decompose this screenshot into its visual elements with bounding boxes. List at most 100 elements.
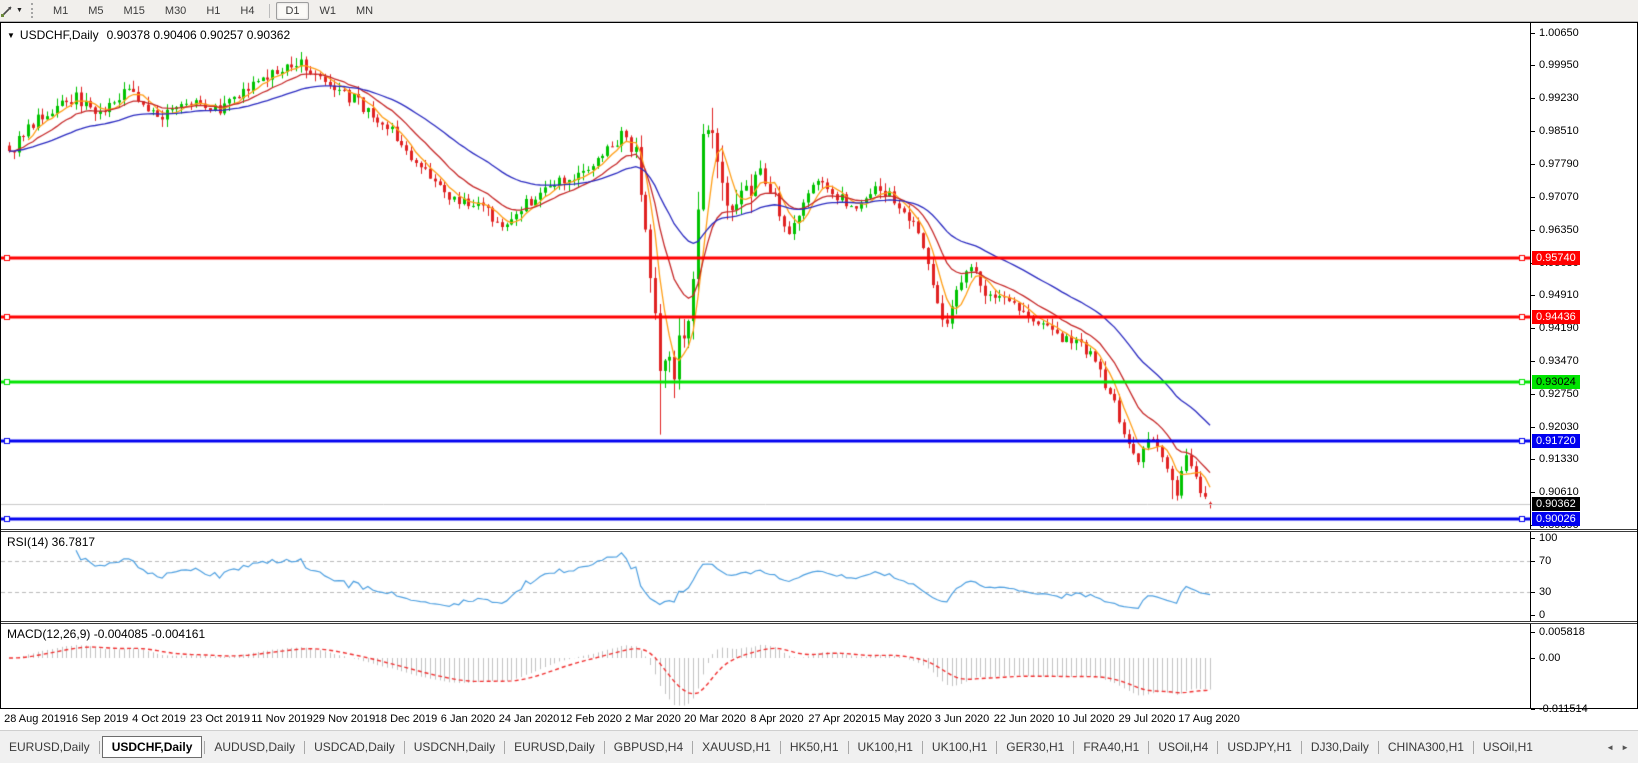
date-axis-label: 12 Feb 2020 [560,713,622,725]
chart-title: ▼USDCHF,Daily0.90378 0.90406 0.90257 0.9… [7,28,290,42]
price-chart-panel: ▼USDCHF,Daily0.90378 0.90406 0.90257 0.9… [1,23,1637,529]
price-axis-tickmark [1531,33,1535,34]
date-axis-label: 4 Oct 2019 [132,713,186,725]
rsi-axis-label: 30 [1539,586,1551,599]
rsi-axis-tickmark [1531,538,1535,539]
macd-axis-tickmark [1531,658,1535,659]
timeframe-button-m5[interactable]: M5 [79,2,112,20]
chart-tab-fra40-h1[interactable]: FRA40,H1 [1074,740,1148,754]
chart-tab-hk50-h1[interactable]: HK50,H1 [781,740,848,754]
tab-scroll-left-button[interactable]: ◄ [1606,743,1614,752]
chart-tab-usdjpy-h1[interactable]: USDJPY,H1 [1218,740,1300,754]
date-axis: 28 Aug 201916 Sep 20194 Oct 201923 Oct 2… [0,709,1638,731]
timeframe-button-m15[interactable]: M15 [115,2,154,20]
price-axis: 1.006500.999500.992300.985100.977900.970… [1530,23,1637,529]
chart-tab-gbpusd-h4[interactable]: GBPUSD,H4 [605,740,692,754]
price-axis-tickmark [1531,295,1535,296]
price-axis-tickmark [1531,427,1535,428]
rsi-axis-label: 0 [1539,609,1545,622]
price-axis-tickmark [1531,328,1535,329]
chart-tab-usdchf-daily[interactable]: USDCHF,Daily [102,736,203,758]
line-price-tag: 0.95740 [1532,251,1580,265]
rsi-chart-canvas[interactable] [1,532,1530,621]
timeframe-button-w1[interactable]: W1 [311,2,346,20]
timeframe-button-h4[interactable]: H4 [231,2,263,20]
tool-dropdown-arrow-icon[interactable]: ▼ [16,7,23,14]
date-axis-label: 29 Nov 2019 [313,713,375,725]
price-axis-label: 0.91330 [1539,453,1579,466]
chart-tab-eurusd-daily[interactable]: EURUSD,Daily [0,740,99,754]
macd-panel: MACD(12,26,9) -0.004085 -0.004161 0.0058… [1,624,1637,708]
chart-tab-ger30-h1[interactable]: GER30,H1 [997,740,1073,754]
price-axis-label: 0.92030 [1539,421,1579,434]
date-axis-label: 2 Mar 2020 [625,713,681,725]
price-chart-canvas[interactable] [1,23,1530,529]
date-axis-label: 18 Dec 2019 [375,713,437,725]
date-axis-label: 3 Jun 2020 [935,713,989,725]
rsi-axis-label: 100 [1539,532,1557,545]
line-price-tag: 0.90026 [1532,512,1580,526]
macd-axis: 0.0058180.00-0.011514 [1530,624,1637,708]
current-price-tag: 0.90362 [1532,497,1580,511]
date-axis-label: 29 Jul 2020 [1119,713,1176,725]
date-axis-label: 15 May 2020 [868,713,932,725]
chart-tab-uk100-h1[interactable]: UK100,H1 [923,740,996,754]
date-axis-label: 8 Apr 2020 [750,713,803,725]
line-price-tag: 0.93024 [1532,375,1580,389]
macd-axis-label: -0.011514 [1539,703,1588,716]
chart-tab-audusd-daily[interactable]: AUDUSD,Daily [205,740,304,754]
timeframe-button-h1[interactable]: H1 [197,2,229,20]
rsi-axis-tickmark [1531,615,1535,616]
toolbar-separator [269,4,270,18]
date-axis-label: 23 Oct 2019 [190,713,250,725]
chart-tab-bar: EURUSD,DailyUSDCHF,DailyAUDUSD,DailyUSDC… [0,731,1638,763]
cursor-tool-icon[interactable] [0,3,15,18]
chart-tab-dj30-daily[interactable]: DJ30,Daily [1302,740,1378,754]
price-axis-label: 0.94910 [1539,289,1579,302]
cursor-tool-glyph [0,3,15,18]
line-price-tag: 0.91720 [1532,434,1580,448]
price-axis-tickmark [1531,394,1535,395]
chart-tab-usdcnh-daily[interactable]: USDCNH,Daily [405,740,504,754]
date-axis-label: 27 Apr 2020 [808,713,867,725]
rsi-panel: RSI(14) 36.7817 10070300 [1,532,1637,621]
rsi-label: RSI(14) 36.7817 [7,535,95,549]
chart-tab-eurusd-daily[interactable]: EURUSD,Daily [505,740,604,754]
price-axis-label: 0.97070 [1539,191,1579,204]
date-axis-label: 20 Mar 2020 [684,713,746,725]
timeframe-button-d1[interactable]: D1 [276,2,308,20]
chart-tab-usoil-h1[interactable]: USOil,H1 [1474,740,1542,754]
price-axis-tickmark [1531,98,1535,99]
price-axis-tickmark [1531,197,1535,198]
price-axis-label: 0.96350 [1539,224,1579,237]
tab-separator [99,741,100,754]
timeframe-button-mn[interactable]: MN [347,2,382,20]
chart-tab-usdcad-daily[interactable]: USDCAD,Daily [305,740,404,754]
collapse-triangle-icon[interactable]: ▼ [7,31,15,40]
toolbar-grip-handle[interactable] [31,3,36,18]
chart-tab-usoil-h4[interactable]: USOil,H4 [1149,740,1217,754]
price-axis-label: 0.99230 [1539,92,1579,105]
chart-tab-xauusd-h1[interactable]: XAUUSD,H1 [693,740,780,754]
macd-axis-label: 0.005818 [1539,626,1585,639]
price-axis-label: 0.92750 [1539,388,1579,401]
date-axis-label: 28 Aug 2019 [4,713,66,725]
price-axis-label: 0.98510 [1539,125,1579,138]
price-axis-tickmark [1531,230,1535,231]
date-axis-label: 17 Aug 2020 [1178,713,1240,725]
date-axis-label: 24 Jan 2020 [499,713,560,725]
macd-axis-label: 0.00 [1539,652,1560,665]
price-axis-label: 0.99950 [1539,59,1579,72]
price-axis-label: 0.93470 [1539,355,1579,368]
price-axis-tickmark [1531,164,1535,165]
timeframe-button-m1[interactable]: M1 [44,2,77,20]
price-axis-tickmark [1531,131,1535,132]
date-axis-label: 10 Jul 2020 [1058,713,1115,725]
tab-scroll-right-button[interactable]: ► [1621,743,1629,752]
price-axis-tickmark [1531,459,1535,460]
date-axis-label: 6 Jan 2020 [441,713,495,725]
macd-chart-canvas[interactable] [1,624,1530,708]
timeframe-button-m30[interactable]: M30 [156,2,195,20]
chart-tab-uk100-h1[interactable]: UK100,H1 [849,740,922,754]
chart-tab-china300-h1[interactable]: CHINA300,H1 [1379,740,1473,754]
